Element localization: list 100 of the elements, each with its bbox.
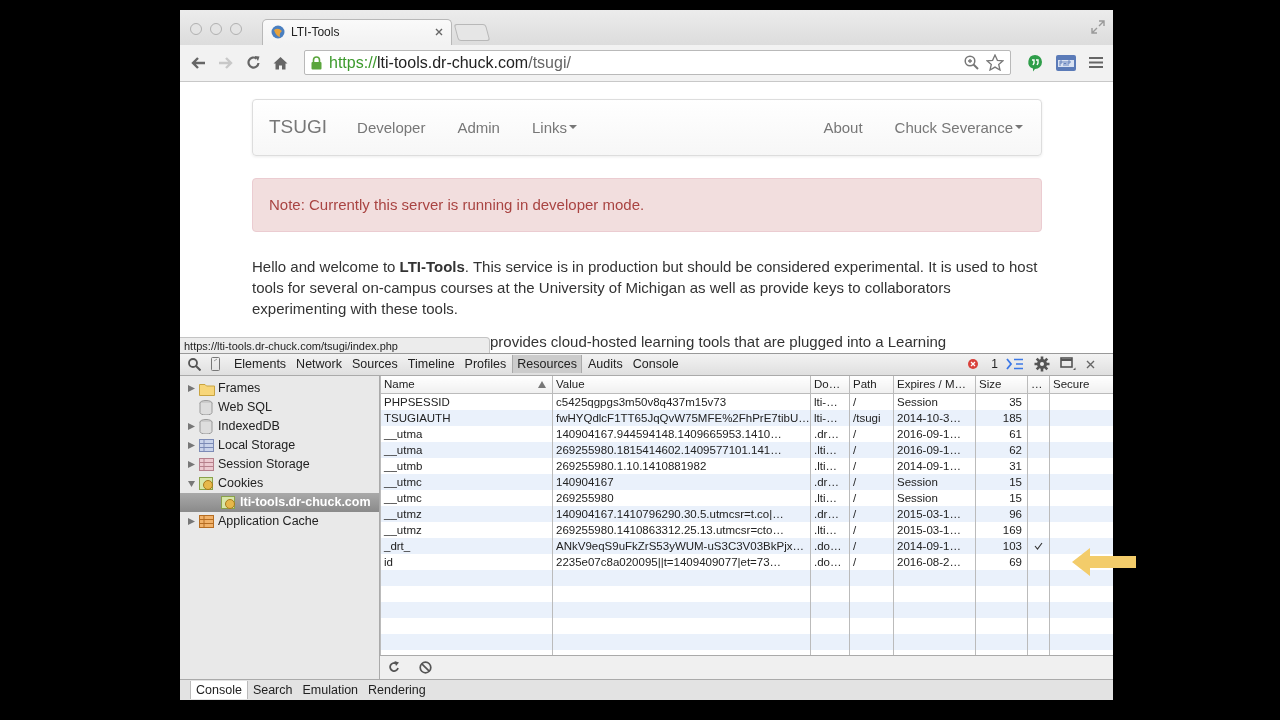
table-cell: 140904167 [556, 476, 614, 488]
fullscreen-icon[interactable] [1091, 20, 1105, 35]
menu-icon[interactable] [1089, 56, 1103, 70]
table-cell: .dr… [814, 508, 839, 520]
table-cell: __utmc [384, 492, 422, 504]
nav-link[interactable]: About [807, 118, 879, 136]
table-cell: Session [897, 396, 938, 408]
table-cell: / [853, 556, 857, 568]
table-cell: .do… [814, 556, 842, 568]
sidebar-item[interactable]: Cookies [180, 474, 379, 493]
devtools-tab[interactable]: Timeline [403, 355, 459, 374]
table-cell: c5425qgpgs3m50v8q437m15v73 [556, 396, 727, 408]
disclosure-triangle-icon[interactable] [188, 442, 195, 449]
table-cell: lti-… [814, 412, 838, 424]
drawer-tab[interactable]: Search [247, 681, 298, 699]
table-cell: 103 [1002, 540, 1022, 552]
close-icon[interactable] [1086, 360, 1095, 369]
sidebar-item[interactable]: Web SQL [180, 398, 379, 417]
table-icon [199, 457, 215, 472]
table-cell: .lti… [814, 444, 837, 456]
sidebar-item[interactable]: Session Storage [180, 455, 379, 474]
disclosure-triangle-icon[interactable] [188, 518, 195, 525]
disclosure-triangle-icon[interactable] [188, 461, 195, 468]
sidebar-item[interactable]: Frames [180, 379, 379, 398]
refresh-icon[interactable] [388, 661, 400, 674]
table-cell: __utmc [384, 476, 422, 488]
folder-icon [199, 381, 215, 396]
clear-icon[interactable] [419, 661, 432, 674]
database-icon [199, 400, 215, 415]
table-cell: Session [897, 476, 938, 488]
globe-icon [271, 25, 285, 40]
sidebar-item[interactable]: IndexedDB [180, 417, 379, 436]
table-cell: 269255980 [556, 492, 614, 504]
settings-icon[interactable] [1034, 356, 1050, 373]
table-cell: 185 [1002, 412, 1022, 424]
table-cell: 169 [1002, 524, 1022, 536]
sidebar-item[interactable]: Application Cache [180, 512, 379, 531]
console-drawer-icon[interactable] [1006, 358, 1024, 371]
paragraph: Hello and welcome to LTI-Tools. This service is in production but should be considered experimental. It is used to host tools for several on-campus courses at the University of Michigan as well as provide keys to collaborators experimenting with these tools. [252, 256, 1039, 319]
table-cell: 2016-08-2… [897, 556, 961, 568]
nav-link[interactable]: Links [515, 118, 593, 136]
table-cell: .dr… [814, 476, 839, 488]
url-text: https://lti-tools.dr-chuck.com/tsugi/ [329, 53, 571, 72]
table-cell: __utma [384, 444, 423, 456]
table-cell: .lti… [814, 492, 837, 504]
table-cell: .do… [814, 540, 842, 552]
drawer-tab[interactable]: Console [190, 681, 248, 699]
table-cell: 140904167.944594148.1409665953.1410… [556, 428, 782, 440]
devtools-tab[interactable]: Sources [347, 355, 402, 374]
nav-link[interactable]: Developer [341, 118, 442, 136]
home-icon[interactable] [273, 55, 288, 70]
browser-tab[interactable]: LTI-Tools [262, 18, 452, 45]
error-count[interactable]: 1 [991, 357, 998, 372]
mobile-device-icon[interactable] [211, 357, 220, 372]
table-cell: / [853, 444, 857, 456]
star-icon[interactable] [986, 54, 1004, 72]
sort-arrow-icon[interactable] [538, 381, 546, 388]
devtools-tab[interactable]: Elements [230, 355, 291, 374]
table-cell: / [853, 460, 857, 472]
drawer-tab[interactable]: Emulation [297, 681, 364, 699]
reload-icon[interactable] [246, 55, 261, 71]
speech-bubble-icon[interactable] [1027, 53, 1043, 72]
table-cell: 62 [1009, 444, 1022, 456]
table-cell: 2014-09-1… [897, 540, 961, 552]
devtools-tab[interactable]: Audits [584, 355, 627, 374]
error-icon[interactable] [968, 359, 979, 370]
table-cell: / [853, 524, 857, 536]
zoom-icon[interactable] [964, 55, 979, 71]
table-cell: 69 [1009, 556, 1022, 568]
devtools-tab[interactable]: Network [292, 355, 346, 374]
table-cell: 2014-09-1… [897, 460, 961, 472]
search-icon[interactable] [188, 358, 201, 371]
disclosure-triangle-icon[interactable] [188, 385, 195, 392]
table-cell: PHPSESSID [384, 396, 450, 408]
php-extension-icon[interactable] [1055, 53, 1077, 72]
disclosure-triangle-icon[interactable] [188, 480, 195, 487]
nav-link[interactable]: Admin [441, 118, 516, 136]
table-cell: 61 [1009, 428, 1022, 440]
dock-icon[interactable] [1060, 357, 1076, 372]
back-icon[interactable] [190, 55, 206, 70]
table-cell: __utma [384, 428, 423, 440]
table-cell: TSUGIAUTH [384, 412, 451, 424]
drawer-tab[interactable]: Rendering [363, 681, 431, 699]
devtools-tab[interactable]: Console [628, 355, 683, 374]
table-cell: 2014-10-3… [897, 412, 961, 424]
devtools-tab[interactable]: Resources [512, 355, 583, 374]
brand-link[interactable]: TSUGI [269, 116, 328, 139]
disclosure-triangle-icon[interactable] [188, 423, 195, 430]
table-cell: __utmz [384, 524, 422, 536]
tab-title: LTI-Tools [291, 25, 341, 40]
devtools-tab[interactable]: Profiles [460, 355, 511, 374]
close-icon[interactable] [435, 28, 443, 37]
table-cell: .dr… [814, 428, 839, 440]
table-cell: lti-… [814, 396, 838, 408]
table-cell: /tsugi [853, 412, 881, 424]
sidebar-item[interactable]: Local Storage [180, 436, 379, 455]
nav-link[interactable]: Chuck Severance [878, 118, 1039, 136]
table-cell: 15 [1009, 476, 1022, 488]
address-bar[interactable]: https://lti-tools.dr-chuck.com/tsugi/ [304, 50, 1011, 76]
table-cell: 15 [1009, 492, 1022, 504]
